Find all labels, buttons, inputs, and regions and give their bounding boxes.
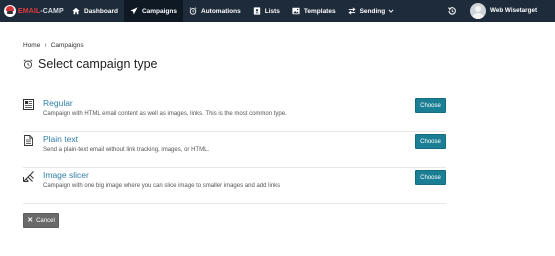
- logo-icon: [4, 5, 16, 17]
- campaign-type-image-slicer: Image slicer Campaign with one big image…: [23, 167, 446, 204]
- choose-image-slicer-button[interactable]: Choose: [415, 170, 446, 185]
- address-book-icon: [253, 7, 261, 15]
- campaign-type-description: Campaign with one big image where you ca…: [43, 183, 281, 189]
- logo-text: EMAIL-CAMP: [18, 7, 64, 15]
- app-logo[interactable]: EMAIL-CAMP: [4, 3, 64, 19]
- alarm-clock-icon: [189, 7, 197, 15]
- page-title: Select campaign type: [23, 57, 158, 71]
- top-navbar: EMAIL-CAMP Dashboard Campaigns Automatio…: [0, 0, 555, 22]
- nav-lists[interactable]: Lists: [247, 0, 286, 22]
- cancel-button-label: Cancel: [36, 217, 55, 224]
- campaign-type-title[interactable]: Regular: [43, 98, 73, 108]
- main-nav: Dashboard Campaigns Automations Lists Te…: [66, 0, 400, 22]
- home-icon: [72, 7, 80, 15]
- file-text-icon: [24, 135, 33, 146]
- nav-campaigns-label: Campaigns: [141, 7, 177, 15]
- image-icon: [292, 7, 300, 15]
- slice-icon: [23, 171, 34, 182]
- nav-sending[interactable]: Sending: [342, 0, 401, 22]
- user-menu[interactable]: Web Wisetarget: [490, 7, 537, 14]
- campaign-type-plain-text: Plain text Send a plain-text email witho…: [23, 131, 446, 168]
- paper-plane-icon: [130, 7, 138, 15]
- campaign-type-title[interactable]: Image slicer: [43, 170, 89, 180]
- nav-sending-label: Sending: [359, 7, 386, 15]
- breadcrumb-separator-icon: ›: [44, 42, 47, 49]
- nav-lists-label: Lists: [264, 7, 280, 15]
- campaign-type-title[interactable]: Plain text: [43, 134, 78, 144]
- campaign-type-description: Campaign with HTML email content as well…: [43, 111, 287, 117]
- chevron-down-icon: [388, 8, 394, 14]
- breadcrumb: Home › Campaigns: [23, 42, 84, 49]
- nav-dashboard-label: Dashboard: [84, 7, 118, 15]
- avatar[interactable]: [470, 3, 486, 19]
- history-icon[interactable]: [447, 6, 457, 16]
- choose-plain-text-button[interactable]: Choose: [415, 134, 446, 149]
- exchange-icon: [348, 7, 356, 15]
- campaign-type-description: Send a plain-text email without link tra…: [43, 147, 210, 153]
- close-icon: ✕: [27, 217, 34, 224]
- nav-campaigns[interactable]: Campaigns: [123, 0, 183, 22]
- nav-dashboard[interactable]: Dashboard: [66, 0, 124, 22]
- nav-automations-label: Automations: [201, 7, 241, 15]
- nav-templates[interactable]: Templates: [286, 0, 342, 22]
- newspaper-icon: [23, 99, 34, 110]
- campaign-type-regular: Regular Campaign with HTML email content…: [23, 95, 446, 132]
- cancel-button[interactable]: ✕ Cancel: [23, 213, 59, 228]
- choose-regular-button[interactable]: Choose: [415, 98, 446, 113]
- page-title-text: Select campaign type: [38, 57, 158, 71]
- nav-templates-label: Templates: [303, 7, 336, 15]
- nav-automations[interactable]: Automations: [183, 0, 247, 22]
- breadcrumb-current: Campaigns: [50, 42, 84, 49]
- breadcrumb-home[interactable]: Home: [23, 42, 40, 49]
- alarm-clock-icon: [23, 59, 33, 69]
